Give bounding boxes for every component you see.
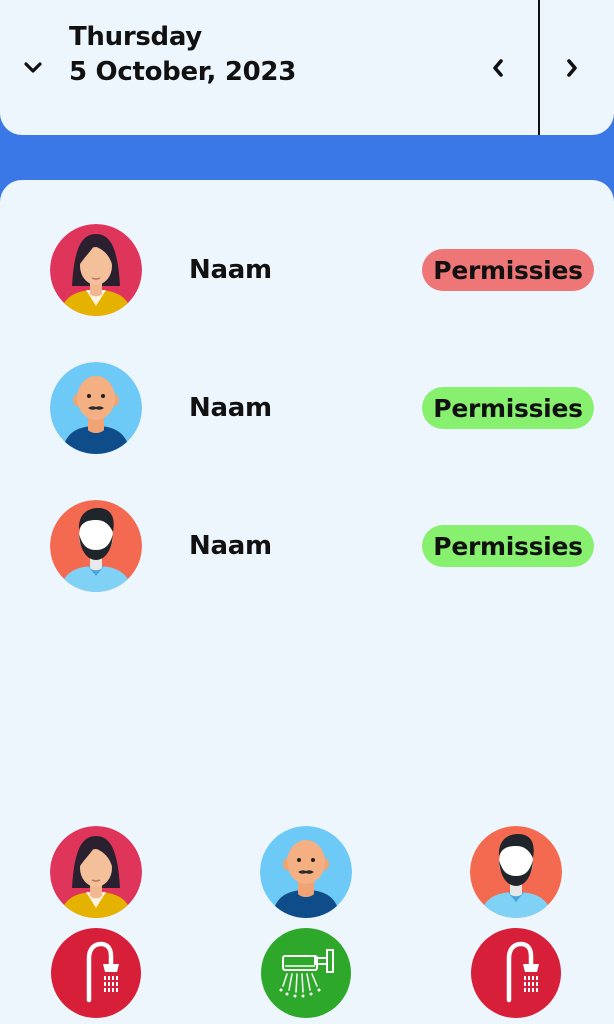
nav-divider [538, 0, 540, 135]
permissions-button[interactable]: Permissies [422, 387, 594, 429]
wall-shower-icon [261, 928, 351, 1018]
chevron-left-icon [490, 58, 506, 78]
bald-man-avatar-icon [260, 826, 352, 918]
day-label: Thursday [69, 22, 202, 52]
previous-day-button[interactable] [478, 48, 518, 88]
chevron-down-icon [23, 61, 43, 75]
date-dropdown-toggle[interactable] [20, 55, 46, 81]
permissions-button[interactable]: Permissies [422, 525, 594, 567]
bearded-man-avatar-icon [470, 826, 562, 918]
shower-head-icon [471, 928, 561, 1018]
person-row: Naam Permissies [0, 224, 614, 316]
shower-head-icon [51, 928, 141, 1018]
bearded-man-avatar-icon [50, 500, 142, 592]
person-row: Naam Permissies [0, 500, 614, 592]
person-name: Naam [189, 531, 272, 561]
shower-button[interactable] [261, 928, 351, 1018]
date-display: Thursday 5 October, 2023 [69, 20, 296, 90]
date-label: 5 October, 2023 [69, 57, 296, 87]
shower-button[interactable] [471, 928, 561, 1018]
chevron-right-icon [564, 58, 580, 78]
woman-avatar-icon [50, 224, 142, 316]
person-name: Naam [189, 255, 272, 285]
woman-avatar-icon [50, 826, 142, 918]
next-day-button[interactable] [552, 48, 592, 88]
shower-button[interactable] [51, 928, 141, 1018]
person-name: Naam [189, 393, 272, 423]
person-row: Naam Permissies [0, 362, 614, 454]
bald-man-avatar-icon [50, 362, 142, 454]
date-header: Thursday 5 October, 2023 [0, 0, 614, 135]
permissions-button[interactable]: Permissies [422, 249, 594, 291]
